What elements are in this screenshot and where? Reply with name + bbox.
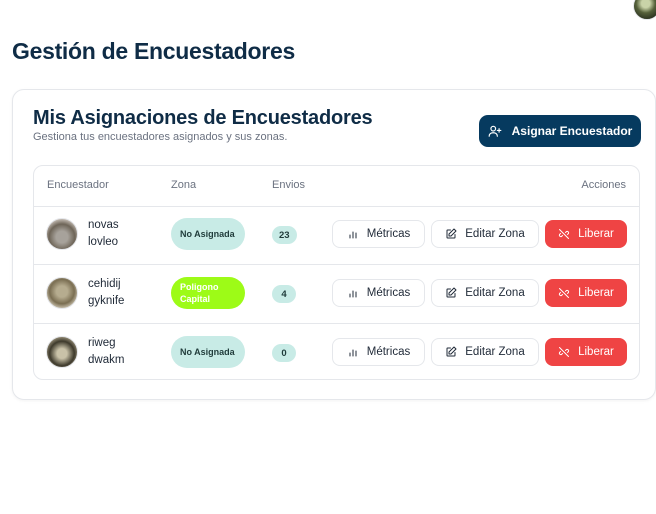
edit-icon (446, 287, 457, 298)
release-button[interactable]: Liberar (545, 279, 627, 307)
metrics-button[interactable]: Métricas (332, 338, 425, 366)
zone-badge: No Asignada (171, 218, 245, 250)
avatar (46, 277, 78, 309)
assignments-card: Mis Asignaciones de Encuestadores Gestio… (12, 89, 656, 400)
table-row: novas lovleo No Asignada 23 Métricas Edi… (34, 206, 639, 265)
edit-icon (446, 228, 457, 239)
bar-chart-icon (349, 231, 357, 239)
envios-count-badge: 0 (272, 344, 296, 362)
link-off-icon (558, 347, 570, 357)
release-button[interactable]: Liberar (545, 338, 627, 366)
user-avatar[interactable] (633, 0, 656, 20)
bar-chart-icon (349, 290, 357, 298)
metrics-button[interactable]: Métricas (332, 220, 425, 248)
link-off-icon (558, 229, 570, 239)
assignments-table: Encuestador Zona Envios Acciones novas l… (33, 165, 640, 380)
surveyor-name: riweg dwakm (88, 337, 125, 366)
edit-zone-button[interactable]: Editar Zona (431, 279, 539, 307)
envios-count-badge: 23 (272, 226, 297, 244)
card-title: Mis Asignaciones de Encuestadores (33, 107, 373, 129)
zone-badge: Poligono Capital (171, 277, 245, 309)
edit-zone-button[interactable]: Editar Zona (431, 338, 539, 366)
zone-badge: No Asignada (171, 336, 245, 368)
metrics-button[interactable]: Métricas (332, 279, 425, 307)
envios-count-badge: 4 (272, 285, 296, 303)
user-plus-icon (488, 125, 502, 137)
header-encuestador: Encuestador (47, 179, 109, 191)
header-zona: Zona (171, 179, 197, 191)
header-acciones: Acciones (581, 179, 626, 191)
header-envios: Envios (272, 179, 306, 191)
avatar (46, 218, 78, 250)
page-title: Gestión de Encuestadores (12, 38, 295, 64)
table-header: Encuestador Zona Envios Acciones (34, 166, 639, 207)
surveyor-name: cehidij gyknife (88, 278, 125, 307)
link-off-icon (558, 288, 570, 298)
edit-icon (446, 346, 457, 357)
release-button[interactable]: Liberar (545, 220, 627, 248)
bar-chart-icon (349, 349, 357, 357)
table-row: cehidij gyknife Poligono Capital 4 Métri… (34, 265, 639, 324)
table-row: riweg dwakm No Asignada 0 Métricas Edita… (34, 324, 639, 379)
assign-surveyor-button[interactable]: Asignar Encuestador (479, 115, 641, 147)
edit-zone-button[interactable]: Editar Zona (431, 220, 539, 248)
surveyor-name: novas lovleo (88, 219, 119, 248)
assign-button-label: Asignar Encuestador (511, 124, 633, 138)
card-subtitle: Gestiona tus encuestadores asignados y s… (33, 131, 288, 143)
avatar (46, 336, 78, 368)
